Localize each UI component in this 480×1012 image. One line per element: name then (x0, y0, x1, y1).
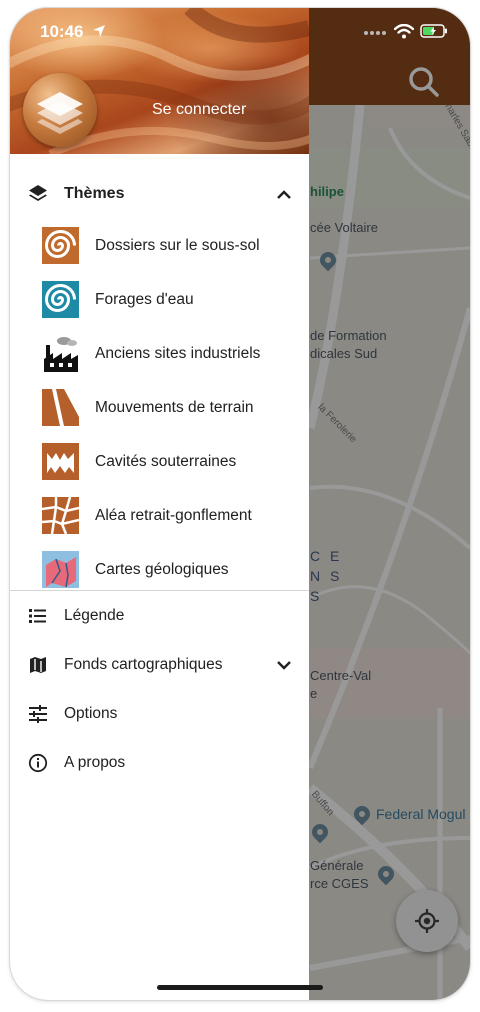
layers-icon (29, 185, 47, 201)
theme-item-label: Aléa retrait-gonflement (95, 507, 252, 524)
status-time: 10:46 (40, 22, 84, 41)
themes-section-header[interactable]: Thèmes (10, 168, 309, 220)
sliders-icon (29, 705, 47, 723)
menu-item-label: Options (64, 705, 118, 722)
chevron-up-icon[interactable] (276, 188, 292, 200)
status-bar: 10:46 (10, 8, 470, 56)
cave-icon (42, 443, 79, 480)
theme-item-sites-industriels[interactable]: Anciens sites industriels (10, 327, 309, 381)
chevron-down-icon[interactable] (276, 659, 292, 671)
theme-item-label: Cavités souterraines (95, 453, 237, 470)
theme-item-cartes-geologiques[interactable]: Cartes géologiques (10, 543, 309, 597)
theme-item-dossiers[interactable]: Dossiers sur le sous-sol (10, 219, 309, 273)
geologic-map-icon (42, 551, 79, 588)
layers-logo-icon (37, 92, 83, 134)
theme-item-label: Cartes géologiques (95, 561, 229, 578)
login-link[interactable]: Se connecter (152, 101, 246, 119)
drawer-divider (10, 590, 309, 591)
theme-item-forages[interactable]: Forages d'eau (10, 273, 309, 327)
spiral-blue-icon (42, 281, 79, 318)
landslide-icon (42, 389, 79, 426)
phone-frame: Charles Sabio hilipe cée Voltaire de For… (10, 8, 470, 1000)
theme-item-alea[interactable]: Aléa retrait-gonflement (10, 489, 309, 543)
list-icon (29, 609, 46, 623)
menu-item-a-propos[interactable]: A propos (10, 739, 309, 787)
map-icon (30, 657, 46, 673)
theme-item-label: Forages d'eau (95, 291, 194, 308)
menu-item-options[interactable]: Options (10, 690, 309, 738)
menu-item-label: Fonds cartographiques (64, 656, 223, 673)
menu-item-fonds-cartographiques[interactable]: Fonds cartographiques (10, 641, 309, 689)
cellular-signal-icon (364, 22, 388, 40)
location-arrow-icon (93, 25, 105, 37)
theme-item-label: Dossiers sur le sous-sol (95, 237, 260, 254)
menu-item-label: Légende (64, 607, 125, 624)
spiral-brown-icon (42, 227, 79, 264)
themes-section-label: Thèmes (64, 185, 125, 202)
theme-item-cavites[interactable]: Cavités souterraines (10, 435, 309, 489)
info-icon (28, 753, 48, 773)
menu-item-legende[interactable]: Légende (10, 592, 309, 640)
theme-item-label: Mouvements de terrain (95, 399, 254, 416)
theme-item-mouvements[interactable]: Mouvements de terrain (10, 381, 309, 435)
home-indicator (157, 985, 323, 990)
menu-item-label: A propos (64, 754, 126, 771)
wifi-icon (394, 23, 414, 38)
status-indicators (364, 22, 448, 40)
battery-charging-icon (420, 24, 447, 38)
app-logo (23, 73, 97, 147)
theme-item-label: Anciens sites industriels (95, 345, 261, 362)
cracked-clay-icon (42, 497, 79, 534)
factory-icon (42, 335, 79, 372)
navigation-drawer: Se connecter Thèmes Dossiers sur le sous… (10, 8, 309, 1000)
